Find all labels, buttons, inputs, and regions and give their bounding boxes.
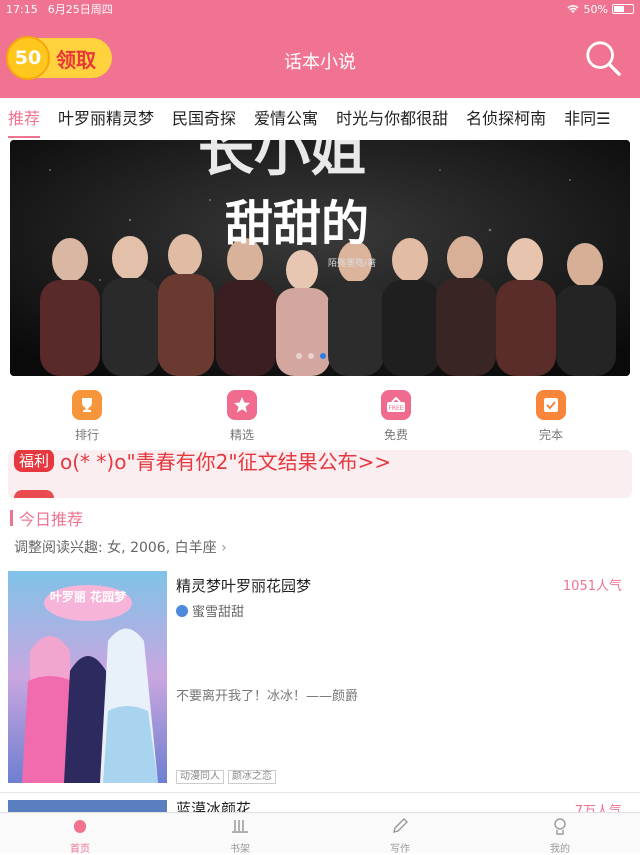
- home-icon: [74, 820, 86, 833]
- quick-featured[interactable]: 精选: [212, 390, 272, 443]
- nav-profile[interactable]: 我的: [530, 817, 590, 855]
- banner-title: 甜甜的: [225, 196, 369, 252]
- carousel-dots: [296, 353, 326, 359]
- chevron-right-icon: ›: [221, 540, 227, 556]
- interest-setting-link[interactable]: 调整阅读兴趣: 女, 2006, 白羊座 ›: [14, 537, 227, 557]
- banner-author: 陌殇墨殇/著: [328, 257, 376, 269]
- status-bar: 17:15 6月25日周四 50%: [0, 0, 640, 18]
- status-time: 17:15: [6, 2, 38, 16]
- book-description: 不要离开我了！冰冰！——颜爵: [176, 689, 359, 704]
- tab-feitong[interactable]: 非同☰: [564, 98, 610, 140]
- svg-text:FREE: FREE: [388, 405, 403, 412]
- tab-conan[interactable]: 名侦探柯南: [466, 98, 546, 140]
- notice-tag: 福利: [14, 450, 55, 472]
- book-tags: 动漫同人 颜冰之恋: [176, 770, 276, 784]
- battery-icon: [612, 4, 634, 14]
- section-title: 今日推荐: [10, 508, 84, 529]
- banner-image: 长小姐 甜甜的 陌殇墨殇/著: [10, 140, 630, 376]
- quick-entry-row: 排行 精选 FREE 免费 完本: [0, 390, 640, 446]
- tab-minguo[interactable]: 民国奇探: [172, 98, 236, 140]
- carousel-dot[interactable]: [308, 353, 314, 359]
- status-date: 6月25日周四: [47, 3, 113, 16]
- quick-completed-label: 完本: [538, 428, 563, 442]
- cover-title: 叶罗丽 花园梦: [50, 589, 127, 604]
- wifi-icon: [567, 5, 579, 13]
- divider: [0, 792, 640, 793]
- banner-carousel[interactable]: 长小姐 甜甜的 陌殇墨殇/著: [10, 140, 630, 376]
- book-cover-image: 叶罗丽 花园梦: [8, 571, 167, 783]
- quick-featured-label: 精选: [229, 428, 254, 442]
- section-marker: [10, 510, 13, 526]
- author-avatar-icon: [176, 604, 188, 617]
- notice-item-next[interactable]: [14, 490, 60, 498]
- notice-text: o(* *)o"青春有你2"征文结果公布>>: [60, 450, 392, 474]
- more-tabs-icon[interactable]: ☰: [596, 109, 610, 128]
- quick-free[interactable]: FREE 免费: [366, 390, 426, 443]
- book-cover[interactable]: 叶罗丽 花园梦: [8, 571, 167, 783]
- search-icon[interactable]: [584, 38, 622, 78]
- bottom-nav: 首页 书架 写作 我的: [0, 812, 640, 855]
- app-title: 话本小说: [284, 52, 356, 73]
- book-tag[interactable]: 颜冰之恋: [228, 770, 276, 784]
- check-icon: [536, 390, 566, 420]
- tab-time-sweet[interactable]: 时光与你都很甜: [336, 98, 448, 140]
- nav-write[interactable]: 写作: [370, 817, 430, 855]
- author-name: 蜜雪甜甜: [192, 605, 245, 620]
- carousel-dot-active[interactable]: [320, 353, 326, 359]
- tab-yeluoli[interactable]: 叶罗丽精灵梦: [58, 98, 154, 140]
- nav-bookshelf[interactable]: 书架: [210, 817, 270, 855]
- book-cover[interactable]: [8, 800, 167, 812]
- book-popularity: 1051人气: [562, 579, 622, 594]
- trophy-icon: [72, 390, 102, 420]
- book-tag[interactable]: 动漫同人: [176, 770, 224, 784]
- nav-home[interactable]: 首页: [50, 817, 110, 855]
- free-icon: FREE: [381, 390, 411, 420]
- book-title[interactable]: 精灵梦叶罗丽花园梦: [176, 575, 311, 596]
- tab-love-apartment[interactable]: 爱情公寓: [254, 98, 318, 140]
- book-author[interactable]: 蜜雪甜甜: [176, 601, 244, 620]
- book-card[interactable]: 蓝漠冰颜花 7万人气: [8, 800, 632, 819]
- svg-text:长小姐: 长小姐: [198, 140, 366, 184]
- carousel-dot[interactable]: [296, 353, 302, 359]
- quick-free-label: 免费: [383, 428, 408, 442]
- quick-ranking-label: 排行: [74, 428, 99, 442]
- section-title-text: 今日推荐: [19, 510, 84, 529]
- category-tabs: 推荐 叶罗丽精灵梦 民国奇探 爱情公寓 时光与你都很甜 名侦探柯南 非同☰: [0, 98, 640, 140]
- quick-ranking[interactable]: 排行: [57, 390, 117, 443]
- star-icon: [227, 390, 257, 420]
- notice-item[interactable]: 福利 o(* *)o"青春有你2"征文结果公布>>: [14, 450, 391, 475]
- profile-icon: [554, 818, 566, 835]
- quick-completed[interactable]: 完本: [521, 390, 581, 443]
- bookshelf-icon: [232, 820, 248, 833]
- header: 50 领取 话本小说: [0, 18, 640, 98]
- tab-recommend[interactable]: 推荐: [8, 98, 41, 140]
- notice-tag-next: [14, 490, 54, 498]
- notice-board[interactable]: 福利 o(* *)o"青春有你2"征文结果公布>>: [8, 450, 632, 498]
- pen-icon: [393, 818, 408, 833]
- interest-text: 调整阅读兴趣: 女, 2006, 白羊座: [14, 540, 217, 556]
- status-right: 50%: [566, 3, 634, 16]
- battery-percent: 50%: [583, 2, 608, 16]
- book-card[interactable]: 叶罗丽 花园梦 精灵梦叶罗丽花园梦 1051人气 蜜雪甜甜 不要离开我了！冰冰！…: [8, 571, 632, 787]
